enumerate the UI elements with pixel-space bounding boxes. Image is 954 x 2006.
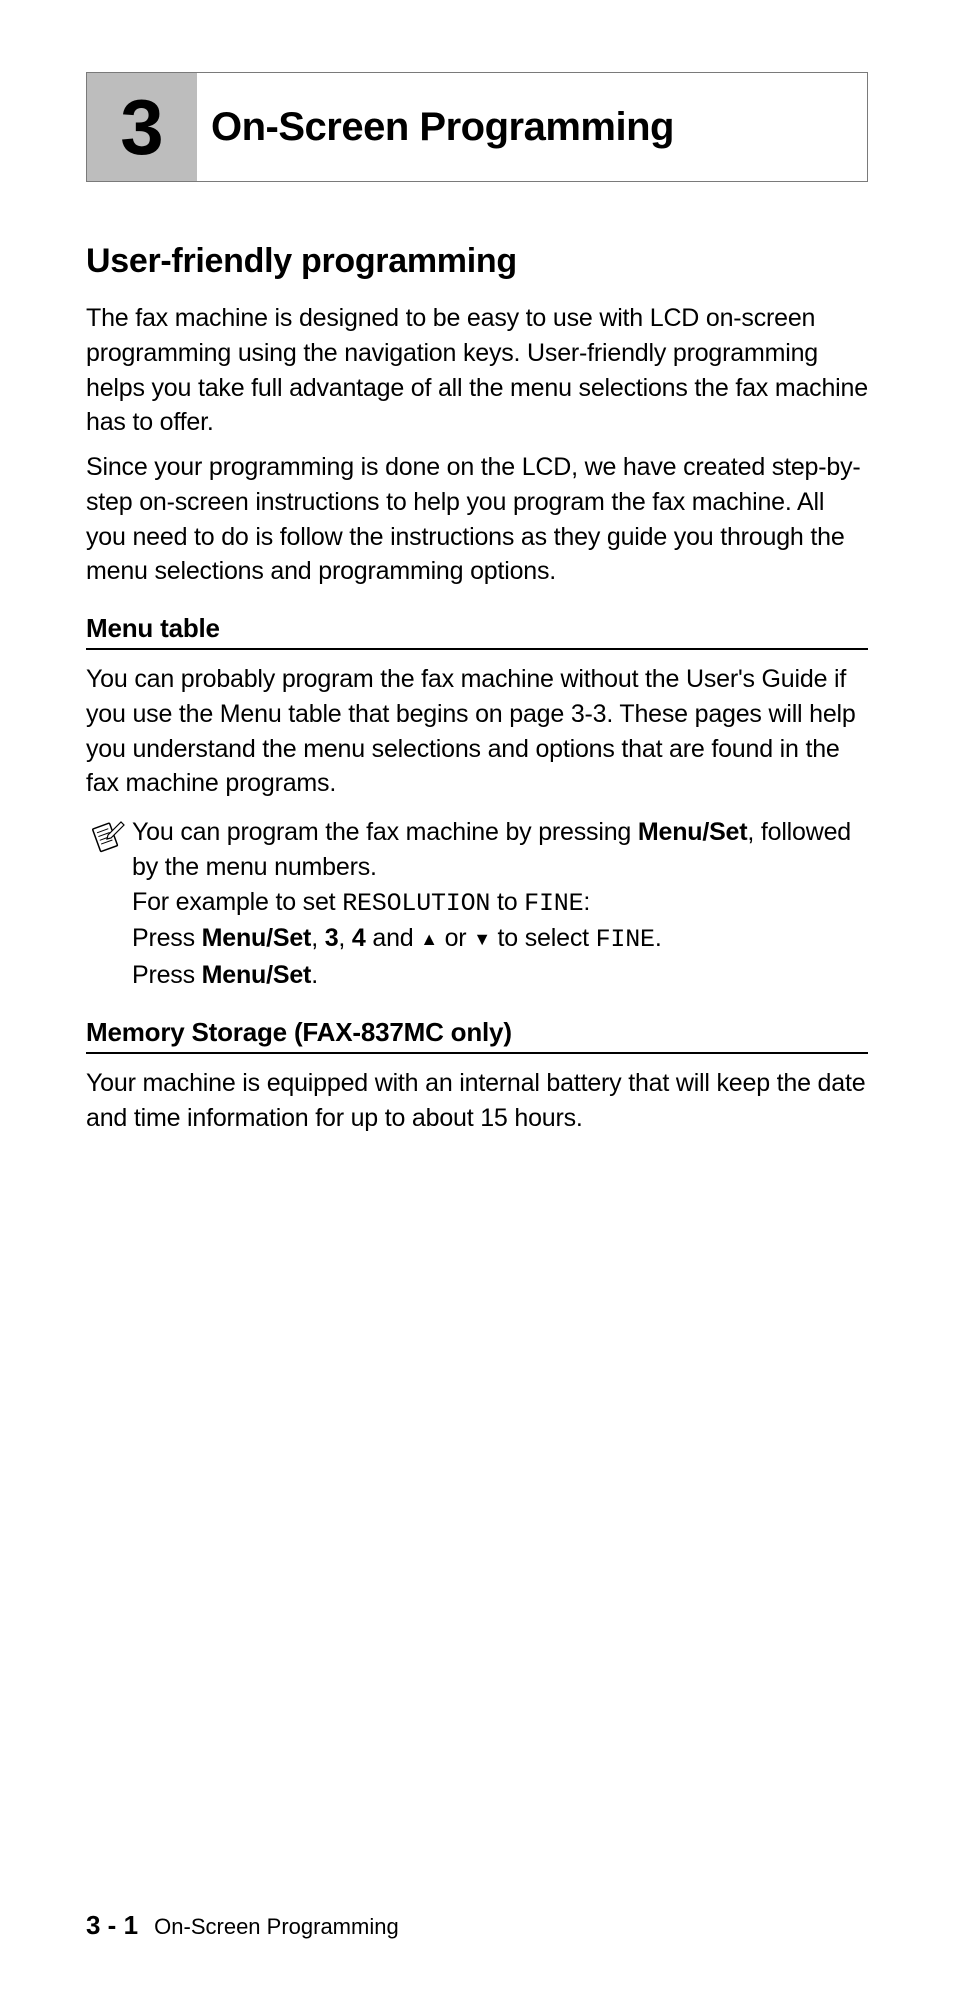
note-bold: Menu/Set (202, 961, 312, 989)
note-mono: FINE (596, 925, 655, 954)
note-fragment: and (366, 924, 421, 952)
note-mono: FINE (524, 889, 583, 918)
subsection-heading-menu-table: Menu table (86, 613, 868, 650)
down-arrow-icon: ▼ (473, 927, 491, 952)
note-fragment: : (583, 888, 590, 916)
note-fragment: Press (132, 924, 202, 952)
note-bold: Menu/Set (202, 924, 312, 952)
note-fragment: Press (132, 961, 202, 989)
section-heading-user-friendly: User-friendly programming (86, 242, 868, 281)
subsection-heading-memory-storage: Memory Storage (FAX-837MC only) (86, 1017, 868, 1054)
chapter-title: On-Screen Programming (197, 73, 674, 181)
chapter-header: 3 On-Screen Programming (86, 72, 868, 182)
running-title: On-Screen Programming (154, 1914, 399, 1939)
note-fragment: to select (491, 924, 596, 952)
note-text: You can program the fax machine by press… (132, 815, 868, 993)
note-fragment: . (311, 961, 318, 989)
body-paragraph: Your machine is equipped with an interna… (86, 1066, 868, 1136)
document-page: 3 On-Screen Programming User-friendly pr… (0, 0, 954, 2006)
body-paragraph: You can probably program the fax machine… (86, 662, 868, 801)
note-fragment: For example to set (132, 888, 342, 916)
note-fragment: . (655, 924, 662, 952)
note-bold: 3 (325, 924, 339, 952)
note-bold: 4 (352, 924, 366, 952)
note-fragment: , (311, 924, 325, 952)
page-footer: 3 - 1 On-Screen Programming (86, 1910, 399, 1941)
chapter-number-box: 3 (87, 73, 197, 181)
note-fragment: , (338, 924, 352, 952)
note-icon (86, 817, 126, 857)
page-number: 3 - 1 (86, 1910, 138, 1940)
note-bold: Menu/Set (638, 818, 748, 846)
chapter-number: 3 (120, 88, 163, 166)
note-mono: RESOLUTION (342, 889, 490, 918)
up-arrow-icon: ▲ (420, 927, 438, 952)
note-fragment: or (438, 924, 473, 952)
body-paragraph: Since your programming is done on the LC… (86, 450, 868, 589)
note-block: You can program the fax machine by press… (86, 815, 868, 993)
note-fragment: to (490, 888, 524, 916)
note-fragment: You can program the fax machine by press… (132, 818, 638, 846)
body-paragraph: The fax machine is designed to be easy t… (86, 301, 868, 440)
